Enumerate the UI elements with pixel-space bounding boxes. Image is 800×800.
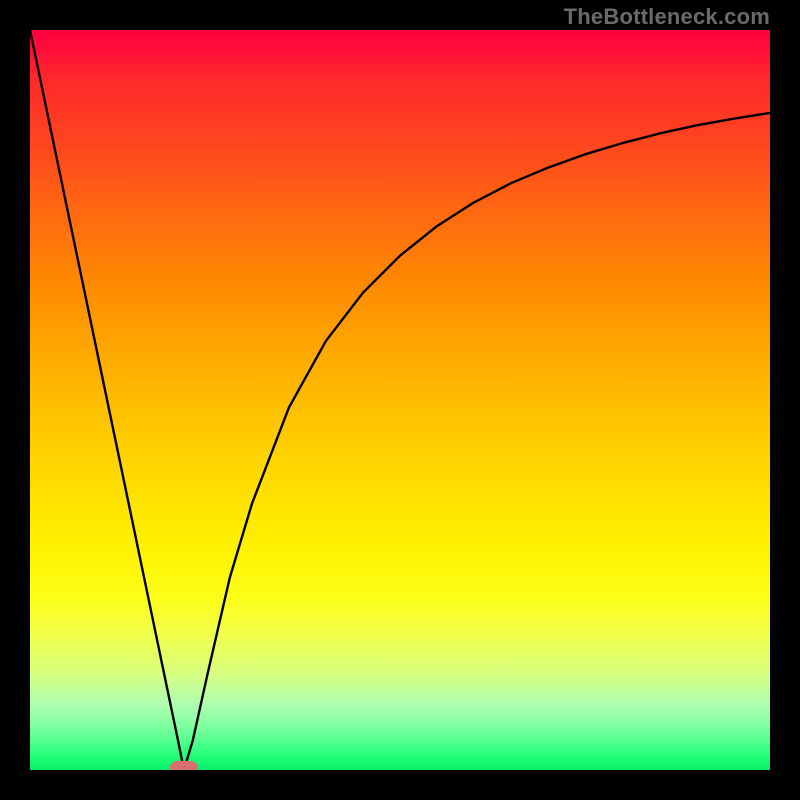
frame-bottom — [0, 770, 800, 800]
frame-left — [0, 0, 30, 800]
chart-canvas: TheBottleneck.com — [0, 0, 800, 800]
plot-gradient-background — [30, 30, 770, 770]
watermark-text: TheBottleneck.com — [564, 4, 770, 30]
frame-right — [770, 0, 800, 800]
